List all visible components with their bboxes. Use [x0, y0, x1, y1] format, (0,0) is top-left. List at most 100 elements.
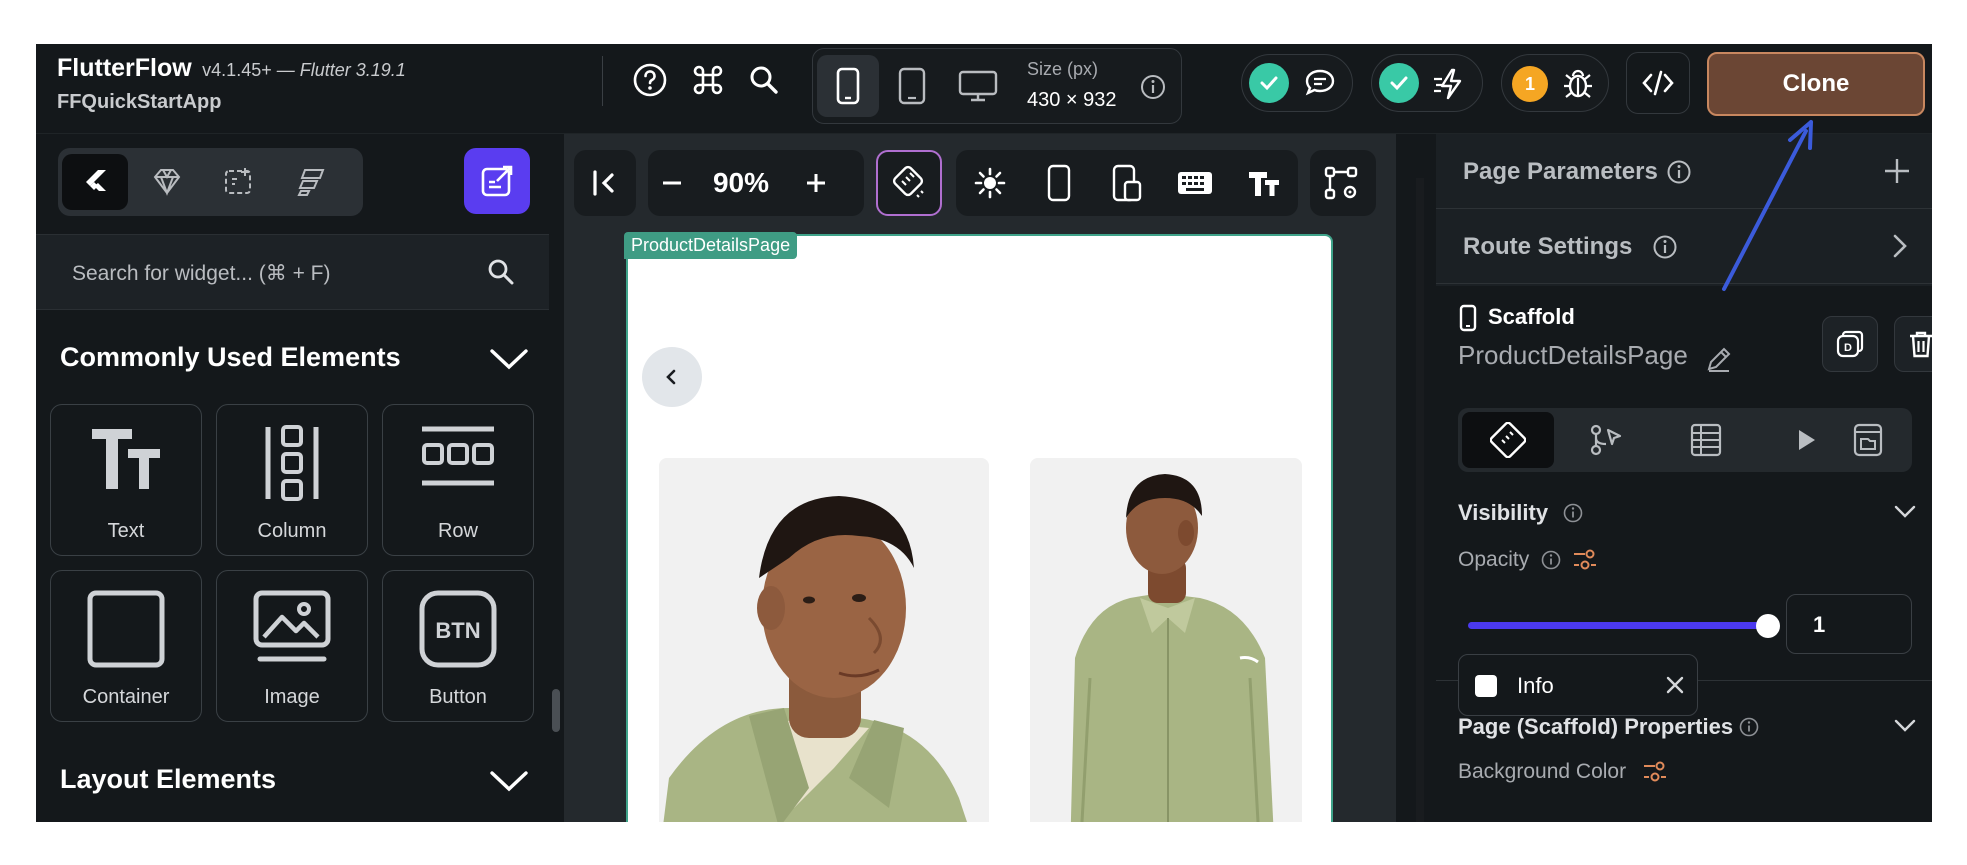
backend-query-tab[interactable] — [1660, 412, 1752, 468]
export-widget-button[interactable] — [464, 148, 530, 214]
section-title-layout[interactable]: Layout Elements — [60, 764, 276, 795]
left-scrollbar[interactable] — [552, 689, 560, 732]
opacity-slider-track[interactable] — [1468, 622, 1768, 629]
chevron-down-icon[interactable] — [1892, 714, 1918, 741]
background-color-field[interactable]: Info — [1458, 654, 1698, 716]
actions-status[interactable] — [1371, 54, 1483, 112]
add-parameter-icon[interactable] — [1882, 156, 1912, 191]
opacity-slider-thumb[interactable] — [1756, 614, 1780, 638]
tablet-device-button[interactable] — [881, 55, 943, 117]
phone-device-button[interactable] — [817, 55, 879, 117]
widget-tile-column[interactable]: Column — [216, 404, 368, 556]
tile-label: Image — [264, 686, 320, 708]
actions-tab[interactable] — [1560, 412, 1652, 468]
bind-variable-icon[interactable] — [1572, 548, 1598, 577]
background-color-label: Background Color — [1458, 760, 1627, 783]
info-icon[interactable] — [1652, 234, 1678, 265]
info-icon[interactable] — [1562, 502, 1584, 529]
size-info-icon[interactable] — [1139, 73, 1167, 106]
desktop-device-button[interactable] — [947, 55, 1009, 117]
ai-gen-button[interactable] — [876, 150, 942, 216]
widget-tile-button[interactable]: BTN Button — [382, 570, 534, 722]
product-image-full[interactable] — [1030, 458, 1302, 822]
light-mode-icon[interactable] — [956, 150, 1024, 216]
view-code-button[interactable] — [1626, 52, 1690, 114]
image-icon — [217, 589, 367, 665]
palette-tabs — [58, 148, 363, 216]
info-icon[interactable] — [1666, 159, 1692, 190]
size-value[interactable]: 430 × 932 — [1027, 89, 1117, 112]
play-icon — [1799, 430, 1815, 450]
info-icon[interactable] — [1540, 549, 1562, 576]
text-scale-icon[interactable] — [1230, 150, 1298, 216]
page-name-tag[interactable]: ProductDetailsPage — [624, 232, 798, 259]
chevron-down-icon[interactable] — [1892, 500, 1918, 527]
page-properties-title[interactable]: Page (Scaffold) Properties — [1458, 714, 1733, 740]
clone-button[interactable]: Clone — [1707, 52, 1925, 116]
collapse-left-icon — [574, 150, 636, 216]
chevron-down-icon[interactable] — [488, 768, 530, 799]
issues-status[interactable]: 1 — [1501, 54, 1609, 112]
route-settings-title: Route Settings — [1463, 233, 1633, 260]
widget-tile-row[interactable]: Row — [382, 404, 534, 556]
check-icon — [1249, 63, 1289, 103]
edit-name-icon[interactable] — [1704, 344, 1734, 379]
widget-tile-container[interactable]: Container — [50, 570, 202, 722]
phone-frame-icon[interactable] — [1024, 150, 1092, 216]
column-icon — [217, 423, 367, 503]
widget-tree-settings[interactable] — [1310, 150, 1376, 216]
widget-tile-text[interactable]: Text — [50, 404, 202, 556]
back-button[interactable] — [642, 347, 702, 407]
help-icon[interactable] — [630, 60, 670, 100]
widget-palette-panel: Search for widget... (⌘ + F) Commonly Us… — [36, 134, 549, 822]
collapse-panel-button[interactable] — [574, 150, 636, 216]
delete-button[interactable] — [1894, 316, 1932, 372]
container-icon — [51, 589, 201, 669]
widget-name[interactable]: ProductDetailsPage — [1458, 340, 1688, 371]
project-name[interactable]: FFQuickStartApp — [57, 91, 406, 114]
gem-icon[interactable] — [134, 154, 200, 210]
responsive-icon[interactable] — [1093, 150, 1161, 216]
device-selector: Size (px) 430 × 932 — [812, 48, 1182, 124]
info-icon[interactable] — [1738, 716, 1760, 743]
flutterflow-widgets-tab[interactable] — [62, 154, 128, 210]
tile-label: Text — [107, 520, 145, 542]
zoom-level[interactable]: 90% — [696, 167, 786, 199]
phone-preview[interactable] — [626, 234, 1333, 822]
divider — [602, 56, 603, 106]
opacity-input[interactable]: 1 — [1786, 594, 1912, 654]
bind-variable-icon[interactable] — [1642, 760, 1668, 789]
zoom-out-icon[interactable] — [648, 150, 696, 216]
keyboard-icon[interactable] — [1161, 150, 1229, 216]
canvas-area: 90% ProductDetailsPage — [564, 134, 1396, 822]
opacity-label: Opacity — [1458, 548, 1530, 571]
command-shortcuts-icon[interactable] — [688, 60, 728, 100]
zoom-in-icon[interactable] — [786, 150, 846, 216]
chevron-right-icon[interactable] — [1886, 231, 1912, 266]
flutterflow-library-icon[interactable] — [278, 154, 344, 210]
properties-panel: Page Parameters Route Settings Scaffold … — [1436, 134, 1932, 822]
size-label: Size (px) — [1027, 59, 1099, 79]
widget-search-input[interactable]: Search for widget... (⌘ + F) — [36, 234, 549, 310]
page-state-tab[interactable] — [1828, 412, 1908, 468]
comments-status[interactable] — [1241, 54, 1353, 112]
search-icon[interactable] — [744, 60, 784, 100]
color-swatch — [1475, 675, 1497, 697]
workflow-settings-icon — [1310, 150, 1372, 216]
page-parameters-row[interactable]: Page Parameters — [1436, 134, 1932, 209]
flutterflow-app: FlutterFlow v4.1.45+ — Flutter 3.19.1 FF… — [36, 44, 1932, 822]
section-title-common[interactable]: Commonly Used Elements — [60, 342, 401, 373]
properties-tab[interactable] — [1462, 412, 1554, 468]
chevron-down-icon[interactable] — [488, 346, 530, 377]
version-text: v4.1.45+ — Flutter 3.19.1 — [202, 60, 406, 80]
visibility-title[interactable]: Visibility — [1458, 500, 1548, 526]
duplicate-button[interactable]: D — [1822, 316, 1878, 372]
search-icon — [486, 257, 516, 292]
canvas-scrollbar[interactable] — [1416, 178, 1424, 822]
add-component-icon[interactable] — [206, 154, 272, 210]
widget-tile-image[interactable]: Image — [216, 570, 368, 722]
product-image-closeup[interactable] — [659, 458, 989, 822]
route-settings-row[interactable]: Route Settings — [1436, 209, 1932, 284]
check-icon — [1379, 63, 1419, 103]
clear-icon[interactable] — [1663, 673, 1687, 702]
